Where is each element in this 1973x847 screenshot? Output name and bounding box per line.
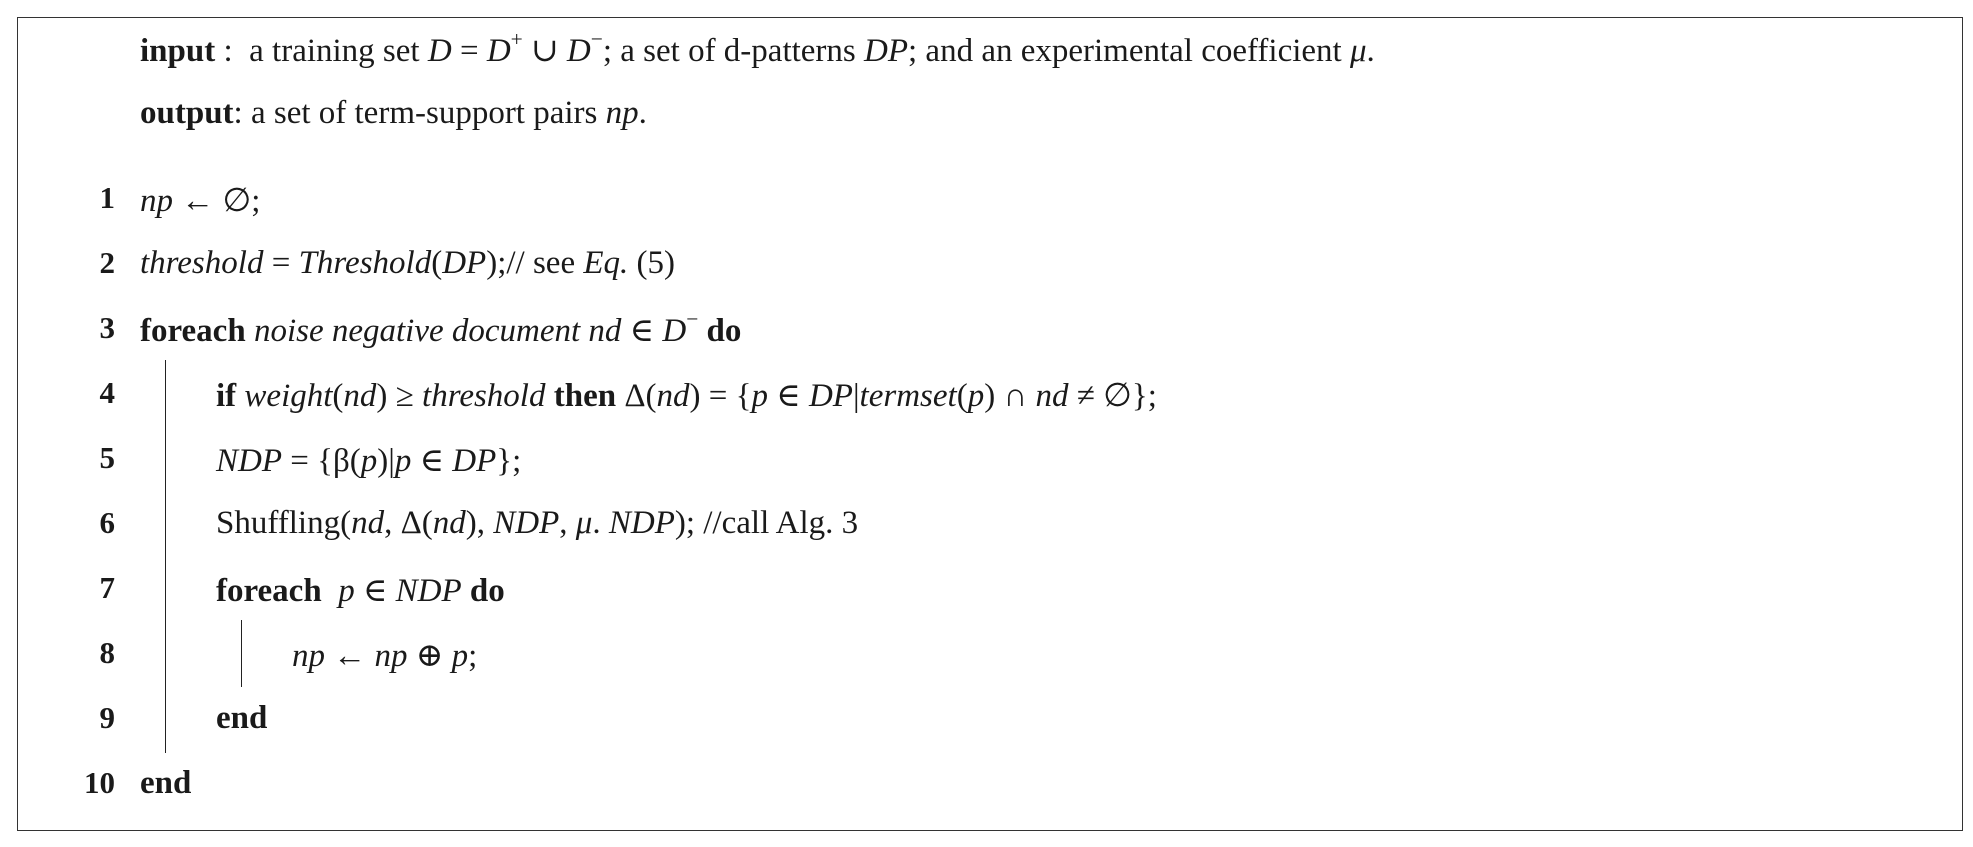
outer-foreach-scope-bar (165, 360, 166, 753)
line-number: 6 (99, 505, 116, 540)
then-keyword: then (545, 378, 617, 414)
algorithm-box (17, 17, 1963, 831)
line-number: 10 (84, 765, 115, 800)
if-keyword: if (216, 378, 237, 414)
line-number: 4 (99, 375, 116, 410)
input-label: input (140, 33, 216, 69)
line-number: 2 (99, 245, 116, 280)
line-number: 5 (99, 440, 116, 475)
line-number: 9 (99, 700, 116, 735)
foreach-keyword: foreach (140, 313, 246, 349)
end-keyword: end (216, 700, 268, 736)
end-keyword: end (140, 765, 192, 801)
line-number: 3 (99, 310, 116, 345)
do-keyword: do (461, 573, 505, 609)
do-keyword: do (698, 313, 742, 349)
line-number: 1 (99, 180, 116, 215)
line-number: 7 (99, 570, 116, 605)
line-number: 8 (99, 635, 116, 670)
inner-foreach-scope-bar (241, 620, 242, 687)
output-label: output (140, 95, 234, 131)
foreach-keyword: foreach (216, 573, 322, 609)
